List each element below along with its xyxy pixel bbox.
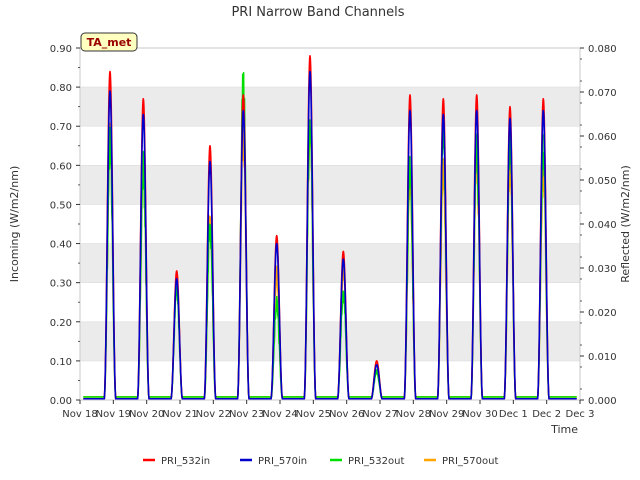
right-tick-label: 0.050 [588,176,617,187]
y-axis-label-left: Incoming (W/m2/nm) [8,166,21,283]
right-tick-label: 0.010 [588,352,617,363]
chart: PRI Narrow Band Channels 0.00 0.10 0.20 0.3… [8,5,632,467]
left-tick-label: 0.10 [50,357,72,368]
left-tick-label: 0.50 [50,200,72,211]
site-badge-label: TA_met [87,36,132,49]
grid-band [80,87,580,127]
left-tick-label: 0.60 [50,161,72,172]
left-tick-label: 0.90 [50,44,72,55]
grid-band [80,243,580,283]
y-axis-label-right: Reflected (W/m2/nm) [619,165,632,283]
x-tick-label: Dec 2 [532,409,561,420]
x-axis: Nov 18Nov 19Nov 20Nov 21Nov 22Nov 23Nov … [62,400,594,420]
right-tick-label: 0.060 [588,132,617,143]
x-tick-label: Dec 1 [499,409,528,420]
x-tick-label: Nov 30 [462,409,497,420]
x-axis-label: Time [550,423,578,436]
legend-label: PRI_570out [442,456,498,467]
grid-bands [80,47,580,401]
x-tick-label: Nov 26 [329,409,364,420]
chart-title: PRI Narrow Band Channels [231,5,404,20]
x-tick-label: Nov 20 [129,409,164,420]
left-axis: 0.00 0.10 0.20 0.30 0.40 0.50 0.60 0.70 0.80 0.90 [50,44,80,407]
legend-label: PRI_532out [348,456,404,467]
legend-label: PRI_532in [161,456,210,467]
left-tick-label: 0.20 [50,318,72,329]
right-tick-label: 0.040 [588,220,617,231]
x-tick-label: Nov 24 [262,409,297,420]
left-tick-label: 0.40 [50,240,72,251]
x-tick-label: Nov 23 [229,409,264,420]
x-tick-label: Dec 3 [566,409,595,420]
x-tick-label: Nov 22 [196,409,231,420]
right-axis: 0.000 0.010 0.020 0.030 0.040 0.050 0.060 0.070… [580,44,617,407]
x-tick-label: Nov 18 [62,409,97,420]
right-tick-label: 0.080 [588,44,617,55]
site-badge: TA_met [80,32,138,52]
x-tick-label: Nov 25 [296,409,331,420]
x-tick-label: Nov 19 [96,409,131,420]
right-tick-label: 0.030 [588,264,617,275]
right-tick-label: 0.070 [588,88,617,99]
legend: PRI_532in PRI_570in PRI_532out PRI_570out [143,456,498,467]
left-tick-label: 0.70 [50,122,72,133]
left-tick-label: 0.00 [50,396,72,407]
right-tick-label: 0.020 [588,308,617,319]
x-tick-label: Nov 28 [396,409,431,420]
right-tick-label: 0.000 [588,396,617,407]
x-tick-label: Nov 29 [429,409,464,420]
left-tick-label: 0.30 [50,279,72,290]
legend-label: PRI_570in [258,456,307,467]
x-tick-label: Nov 27 [362,409,397,420]
left-tick-label: 0.80 [50,83,72,94]
grid-band [80,165,580,205]
x-tick-label: Nov 21 [162,409,197,420]
